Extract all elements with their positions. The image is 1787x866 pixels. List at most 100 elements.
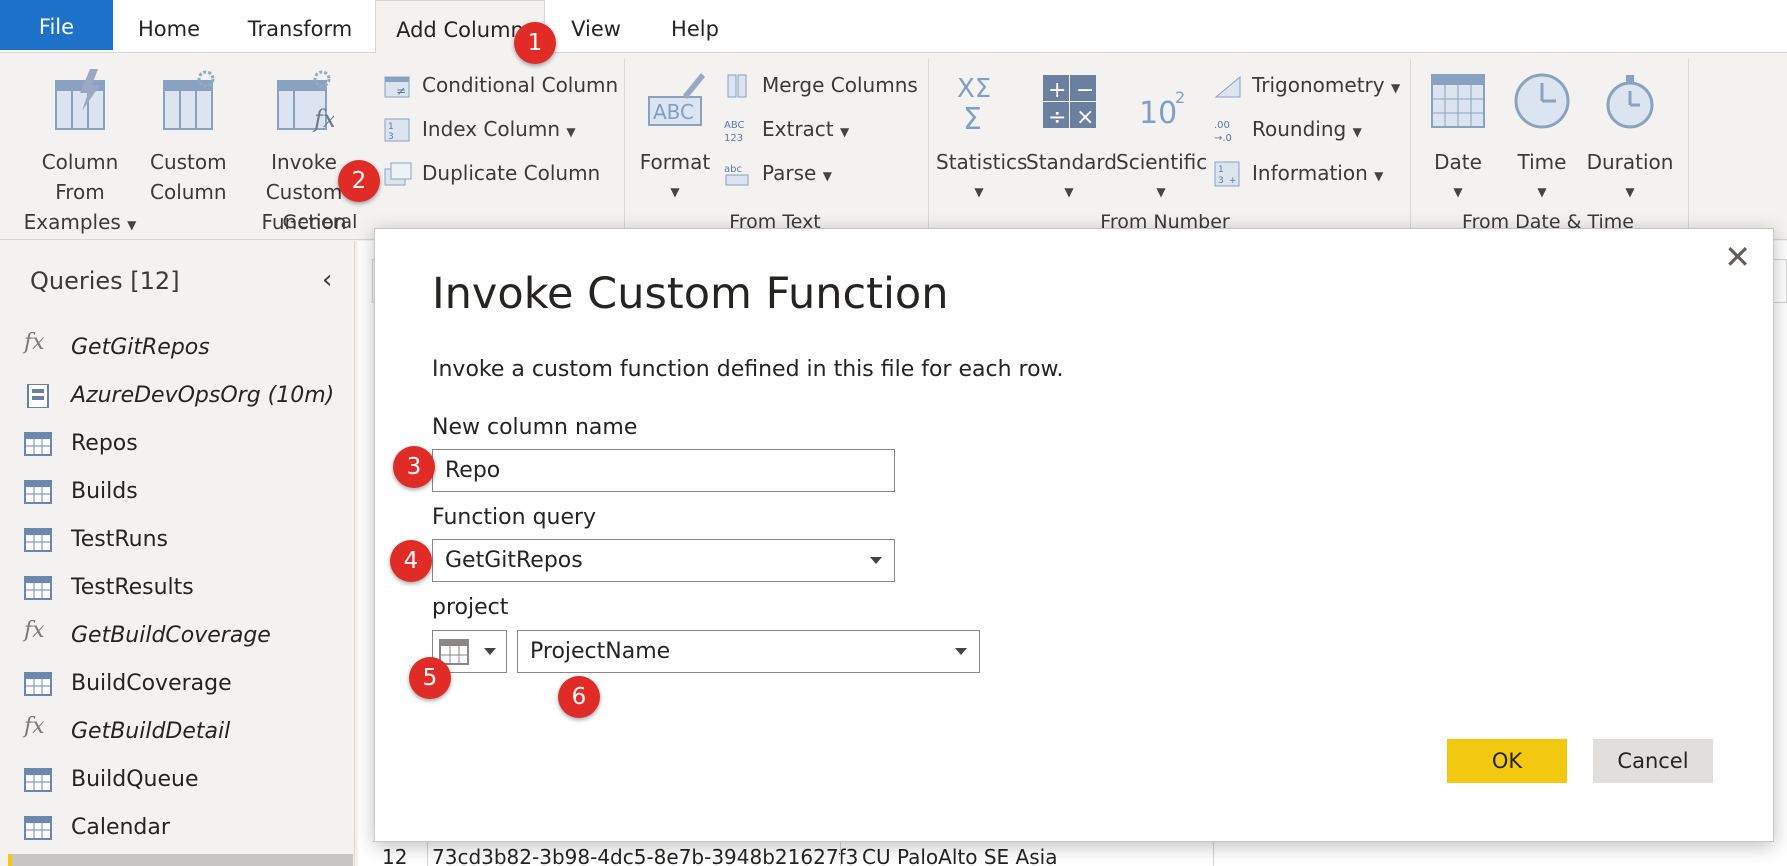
duration-button[interactable]: Duration ▼: [1580, 67, 1680, 207]
query-item[interactable]: Builds: [24, 472, 344, 512]
column-from-examples-button[interactable]: Column From Examples ▼: [14, 67, 146, 240]
new-column-name-input[interactable]: Repo: [432, 449, 895, 492]
caret-down-icon: ▼: [1453, 185, 1463, 199]
table-icon: [24, 672, 52, 696]
function-query-label: Function query: [432, 505, 597, 530]
query-item[interactable]: Calendar: [24, 808, 344, 848]
statistics-button[interactable]: XΣ Σ Statistics ▼: [936, 67, 1027, 207]
date-button[interactable]: Date ▼: [1418, 67, 1498, 207]
conditional-column-button[interactable]: ≠ Conditional Column: [384, 67, 618, 103]
query-item-label: TestResults: [71, 575, 194, 600]
query-item[interactable]: fx GetBuildDetail: [24, 712, 344, 752]
step-badge-1: 1: [514, 22, 556, 64]
merge-columns-label: Merge Columns: [762, 73, 918, 97]
tab-view[interactable]: View: [560, 0, 632, 50]
chevron-down-icon: [870, 557, 882, 564]
svg-text:−: −: [1076, 78, 1094, 103]
step-badge-6: 6: [558, 676, 600, 718]
query-item-label: GetBuildDetail: [71, 719, 231, 744]
index-column-button[interactable]: 13 Index Column ▼: [384, 111, 584, 147]
parse-button[interactable]: abc Parse ▼: [724, 155, 844, 191]
svg-text:.00: .00: [1214, 120, 1230, 131]
ok-button[interactable]: OK: [1447, 739, 1567, 783]
svg-text:1: 1: [388, 122, 394, 132]
information-button[interactable]: 1 3 + Information ▼: [1214, 155, 1394, 191]
selected-query-item[interactable]: [8, 854, 353, 866]
information-label: Information: [1252, 161, 1368, 185]
scientific-button[interactable]: 10 2 Scientific ▼: [1116, 67, 1207, 207]
svg-text:3: 3: [1218, 176, 1224, 186]
column-divider: [840, 841, 841, 866]
ribbon-separator: [928, 59, 929, 237]
time-button[interactable]: Time ▼: [1502, 67, 1582, 207]
table-row[interactable]: 12 73cd3b82-3b98-4dc5-8e7b-3948b21627f3 …: [372, 841, 1642, 866]
query-item-label: AzureDevOpsOrg (10m): [71, 383, 335, 408]
query-item-label: BuildQueue: [71, 767, 199, 792]
svg-text:+: +: [1229, 176, 1237, 186]
format-icon: ABC: [648, 73, 705, 126]
custom-column-icon: [163, 70, 215, 130]
caret-down-icon: ▼: [1625, 185, 1635, 199]
query-item-label: Builds: [71, 479, 138, 504]
standard-icon: + − ÷ ×: [1043, 75, 1096, 130]
tab-file[interactable]: File: [0, 0, 113, 50]
caret-down-icon: ▼: [1537, 185, 1547, 199]
time-label: Time: [1517, 150, 1567, 174]
table-icon: [24, 576, 52, 600]
tab-home[interactable]: Home: [124, 0, 214, 50]
svg-text:ABC: ABC: [653, 100, 694, 124]
duplicate-column-button[interactable]: Duplicate Column: [384, 155, 600, 191]
query-item[interactable]: fx GetGitRepos: [24, 328, 344, 368]
function-query-dropdown[interactable]: GetGitRepos: [432, 539, 895, 582]
rounding-label: Rounding: [1252, 117, 1347, 141]
query-item[interactable]: TestResults: [24, 568, 344, 608]
project-param-label: project: [432, 595, 509, 620]
query-item[interactable]: Repos: [24, 424, 344, 464]
rounding-button[interactable]: .00 →.0 Rounding ▼: [1214, 111, 1374, 147]
caret-down-icon: ▼: [1390, 81, 1401, 95]
query-item-label: GetGitRepos: [71, 335, 210, 360]
svg-text:×: ×: [1076, 105, 1094, 130]
close-icon[interactable]: ✕: [1724, 241, 1751, 273]
tab-help[interactable]: Help: [660, 0, 730, 50]
extract-button[interactable]: ABC 123 Extract ▼: [724, 111, 864, 147]
function-icon: fx: [24, 330, 45, 355]
query-item[interactable]: AzureDevOpsOrg (10m): [24, 376, 344, 416]
param-column-value: ProjectName: [530, 639, 671, 664]
tab-transform[interactable]: Transform: [240, 0, 360, 50]
standard-button[interactable]: + − ÷ × Standard ▼: [1026, 67, 1117, 207]
query-item[interactable]: TestRuns: [24, 520, 344, 560]
function-icon: fx: [24, 714, 45, 739]
query-item[interactable]: BuildQueue: [24, 760, 344, 800]
caret-down-icon: ▼: [1374, 169, 1384, 183]
custom-column-button[interactable]: Custom Column: [150, 67, 227, 207]
cancel-button[interactable]: Cancel: [1593, 739, 1713, 783]
svg-text:≠: ≠: [396, 84, 406, 98]
conditional-column-label: Conditional Column: [422, 73, 619, 97]
svg-text:fx: fx: [312, 105, 334, 133]
invoke-custom-function-icon: fx: [277, 70, 337, 133]
collapse-chevron-icon[interactable]: ‹: [322, 267, 332, 293]
caret-down-icon: ▼: [127, 218, 137, 232]
query-item[interactable]: BuildCoverage: [24, 664, 344, 704]
merge-columns-button[interactable]: Merge Columns: [724, 67, 924, 103]
parse-label: Parse: [762, 161, 817, 185]
chevron-down-icon: [955, 648, 967, 655]
merge-columns-icon: [727, 74, 747, 98]
clock-icon: [1514, 73, 1570, 129]
table-icon: [24, 432, 52, 456]
query-item[interactable]: fx GetBuildCoverage: [24, 616, 344, 656]
trigonometry-button[interactable]: Trigonometry ▼: [1214, 67, 1404, 103]
param-column-dropdown[interactable]: ProjectName: [517, 630, 980, 673]
column-from-examples-label-1: Column From: [41, 150, 119, 204]
trigonometry-icon: [1214, 75, 1241, 98]
svg-text:ABC: ABC: [724, 120, 745, 131]
table-icon: [24, 480, 52, 504]
index-column-icon: 13: [384, 118, 410, 142]
step-badge-3: 3: [393, 446, 435, 488]
column-from-examples-icon: [55, 69, 105, 130]
duplicate-column-label: Duplicate Column: [422, 161, 601, 185]
trigonometry-label: Trigonometry: [1252, 73, 1385, 97]
table-icon: [24, 528, 52, 552]
format-button[interactable]: ABC Format ▼: [636, 67, 714, 207]
